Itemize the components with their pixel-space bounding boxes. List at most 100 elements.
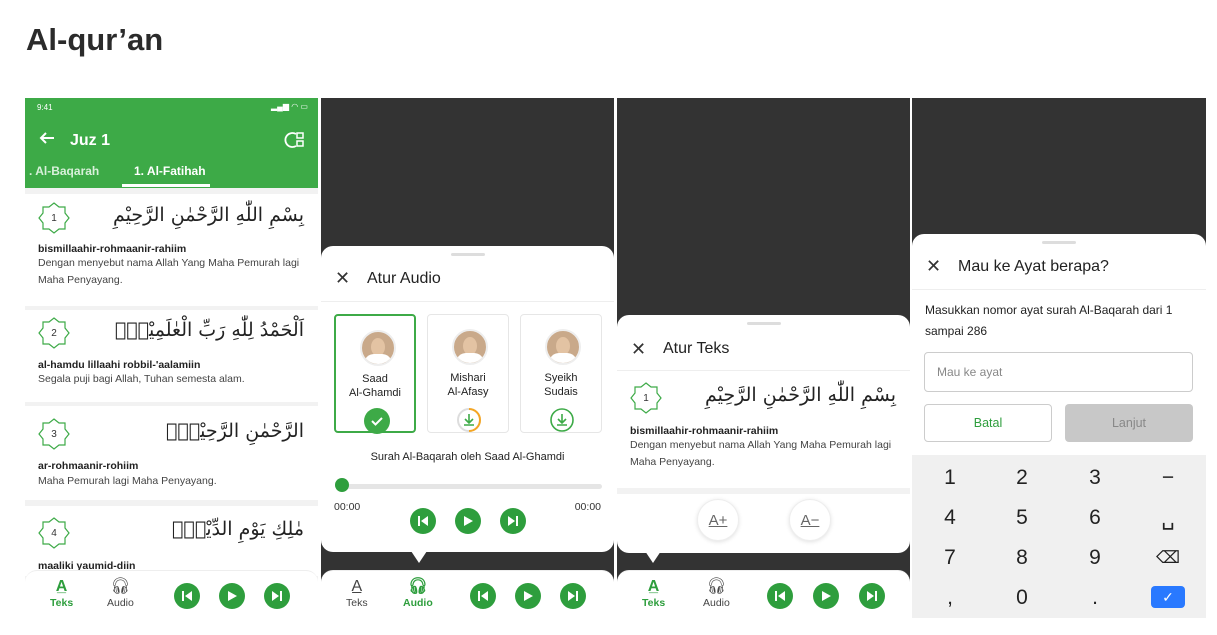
- app-bar: 9:41 ▂▄▆ ◠ ▭ Juz 1 . Al-Baqarah 1. Al-Fa…: [25, 98, 318, 188]
- sheet-title: Atur Teks: [663, 340, 730, 357]
- key-3[interactable]: 3: [1065, 459, 1125, 497]
- verse-number-badge: 3: [38, 418, 70, 450]
- key-0[interactable]: 0: [992, 579, 1052, 617]
- screen-juz-reading: 9:41 ▂▄▆ ◠ ▭ Juz 1 . Al-Baqarah 1. Al-Fa…: [25, 98, 318, 618]
- next-button[interactable]: [500, 508, 526, 534]
- headphones-icon: 🎧︎: [407, 578, 429, 595]
- tab-al-baqarah[interactable]: . Al-Baqarah: [29, 164, 99, 178]
- key-4[interactable]: 4: [920, 499, 980, 537]
- translation-text: Segala puji bagi Allah, Tuhan semesta al…: [38, 373, 245, 385]
- done-check-icon[interactable]: ✓: [1151, 586, 1185, 608]
- cancel-button[interactable]: Batal: [924, 404, 1052, 442]
- now-playing-text: Surah Al-Baqarah oleh Saad Al-Ghamdi: [370, 451, 565, 463]
- sheet-handle[interactable]: [746, 322, 781, 325]
- status-icons: ▂▄▆ ◠ ▭: [271, 102, 308, 111]
- next-button[interactable]: [859, 583, 885, 609]
- play-button[interactable]: [455, 508, 481, 534]
- screen-audio-settings: ✕ Atur Audio Saad Al-Ghamdi Mishari Al-Afa…: [321, 98, 614, 618]
- previous-button[interactable]: [470, 583, 496, 609]
- audio-progress-track[interactable]: [341, 484, 602, 489]
- screen-goto-ayat: ✕ Mau ke Ayat berapa? Masukkan nomor aya…: [912, 98, 1206, 618]
- verse-preview: 1 بِسْمِ اللّٰهِ الرَّحْمٰنِ الرَّحِيْمِ…: [617, 371, 910, 488]
- juz-title: Juz 1: [70, 132, 111, 149]
- text-a-icon: A̲: [351, 578, 363, 595]
- tab-al-fatihah[interactable]: 1. Al-Fatihah: [134, 164, 206, 178]
- close-icon[interactable]: ✕: [335, 268, 350, 289]
- translation-text: Dengan menyebut nama Allah Yang Maha Pem…: [38, 257, 300, 286]
- reciter-avatar: [545, 329, 581, 365]
- close-icon[interactable]: ✕: [926, 256, 941, 277]
- reciter-avatar: [452, 329, 488, 365]
- bottom-player-bar: A̲ Teks 🎧︎ Audio: [321, 570, 614, 618]
- previous-button[interactable]: [767, 583, 793, 609]
- verse-item[interactable]: 4 مٰلِكِ يَوْمِ الدِّيْنِۗ maaliki yaumi…: [25, 506, 318, 576]
- play-button[interactable]: [219, 583, 245, 609]
- headphones-icon: 🎧︎: [706, 578, 727, 595]
- sheet-handle[interactable]: [450, 253, 485, 256]
- reciter-avatar: [360, 330, 396, 366]
- continue-button[interactable]: Lanjut: [1065, 404, 1193, 442]
- teks-button[interactable]: A̲ Teks: [50, 577, 73, 609]
- verse-item[interactable]: 2 اَلْحَمْدُ لِلّٰهِ رَبِّ الْعٰلَمِيْنَ…: [25, 310, 318, 402]
- backspace-icon[interactable]: ⌫: [1138, 539, 1198, 577]
- key-7[interactable]: 7: [920, 539, 980, 577]
- key-9[interactable]: 9: [1065, 539, 1125, 577]
- previous-button[interactable]: [174, 583, 200, 609]
- arrow-left-icon[interactable]: [39, 130, 55, 151]
- next-button[interactable]: [264, 583, 290, 609]
- key-minus[interactable]: −: [1138, 459, 1198, 497]
- latin-text: ar-rohmaanir-rohiim: [38, 460, 139, 472]
- teks-button[interactable]: A̲ Teks: [642, 577, 665, 609]
- font-decrease-button[interactable]: A−: [789, 499, 831, 541]
- numeric-keypad: 1 2 3 − 4 5 6 ␣ 7 8 9 ⌫ , 0 . ✓: [912, 455, 1206, 618]
- key-6[interactable]: 6: [1065, 499, 1125, 537]
- audio-progress-knob[interactable]: [335, 478, 349, 492]
- headphones-icon: 🎧︎: [110, 578, 131, 595]
- verse-item[interactable]: 1 بِسْمِ اللّٰهِ الرَّحْمٰنِ الرَّحِيْمِ…: [25, 194, 318, 306]
- play-button[interactable]: [515, 583, 541, 609]
- audio-button[interactable]: 🎧︎ Audio: [403, 577, 433, 609]
- verse-item[interactable]: 3 الرَّحْمٰنِ الرَّحِيْمِۙ ar-rohmaanir-…: [25, 406, 318, 500]
- text-a-icon: A̲: [55, 578, 68, 595]
- key-5[interactable]: 5: [992, 499, 1052, 537]
- key-period[interactable]: .: [1065, 579, 1125, 617]
- verse-number-badge: 1: [630, 382, 662, 414]
- reciter-name: Mishari Al-Afasy: [447, 372, 489, 398]
- divider: [321, 301, 614, 302]
- key-space[interactable]: ␣: [1138, 499, 1198, 537]
- arabic-text: مٰلِكِ يَوْمِ الدِّيْنِۗ: [172, 518, 304, 540]
- previous-button[interactable]: [410, 508, 436, 534]
- text-a-icon: A̲: [647, 578, 660, 595]
- play-button[interactable]: [813, 583, 839, 609]
- key-comma[interactable]: ,: [920, 579, 980, 617]
- key-2[interactable]: 2: [992, 459, 1052, 497]
- divider: [617, 488, 910, 494]
- next-button[interactable]: [560, 583, 586, 609]
- tab-indicator: [122, 184, 210, 187]
- pointer-arrow: [411, 551, 427, 563]
- download-icon[interactable]: [549, 407, 575, 433]
- close-icon[interactable]: ✕: [631, 339, 646, 360]
- text-audio-settings-icon[interactable]: [284, 131, 304, 153]
- ayat-number-input[interactable]: Mau ke ayat: [924, 352, 1193, 392]
- reciter-card-saad[interactable]: Saad Al-Ghamdi: [334, 314, 416, 434]
- time-start: 00:00: [334, 501, 361, 513]
- audio-button[interactable]: 🎧︎ Audio: [107, 577, 134, 609]
- audio-button[interactable]: 🎧︎ Audio: [703, 577, 730, 609]
- font-increase-button[interactable]: A+: [697, 499, 739, 541]
- reciter-name: Saad Al-Ghamdi: [349, 373, 401, 399]
- arabic-text: اَلْحَمْدُ لِلّٰهِ رَبِّ الْعٰلَمِيْنَۙ: [114, 319, 304, 341]
- reciter-name: Syeikh Sudais: [544, 372, 578, 398]
- translation-text: Dengan menyebut nama Allah Yang Maha Pem…: [630, 439, 892, 468]
- arabic-text: بِسْمِ اللّٰهِ الرَّحْمٰنِ الرَّحِيْمِ: [113, 204, 304, 226]
- teks-button[interactable]: A̲ Teks: [346, 577, 368, 609]
- status-bar: 9:41 ▂▄▆ ◠ ▭: [25, 98, 318, 116]
- sheet-handle[interactable]: [1042, 241, 1076, 244]
- reciter-card-mishari[interactable]: Mishari Al-Afasy: [427, 314, 509, 433]
- reciter-card-sudais[interactable]: Syeikh Sudais: [520, 314, 602, 433]
- latin-text: al-hamdu lillaahi robbil-'aalamiin: [38, 359, 201, 371]
- key-8[interactable]: 8: [992, 539, 1052, 577]
- time-end: 00:00: [574, 501, 601, 513]
- key-1[interactable]: 1: [920, 459, 980, 497]
- screen-text-settings: ✕ Atur Teks 1 بِسْمِ اللّٰهِ الرَّحْمٰنِ…: [617, 98, 910, 618]
